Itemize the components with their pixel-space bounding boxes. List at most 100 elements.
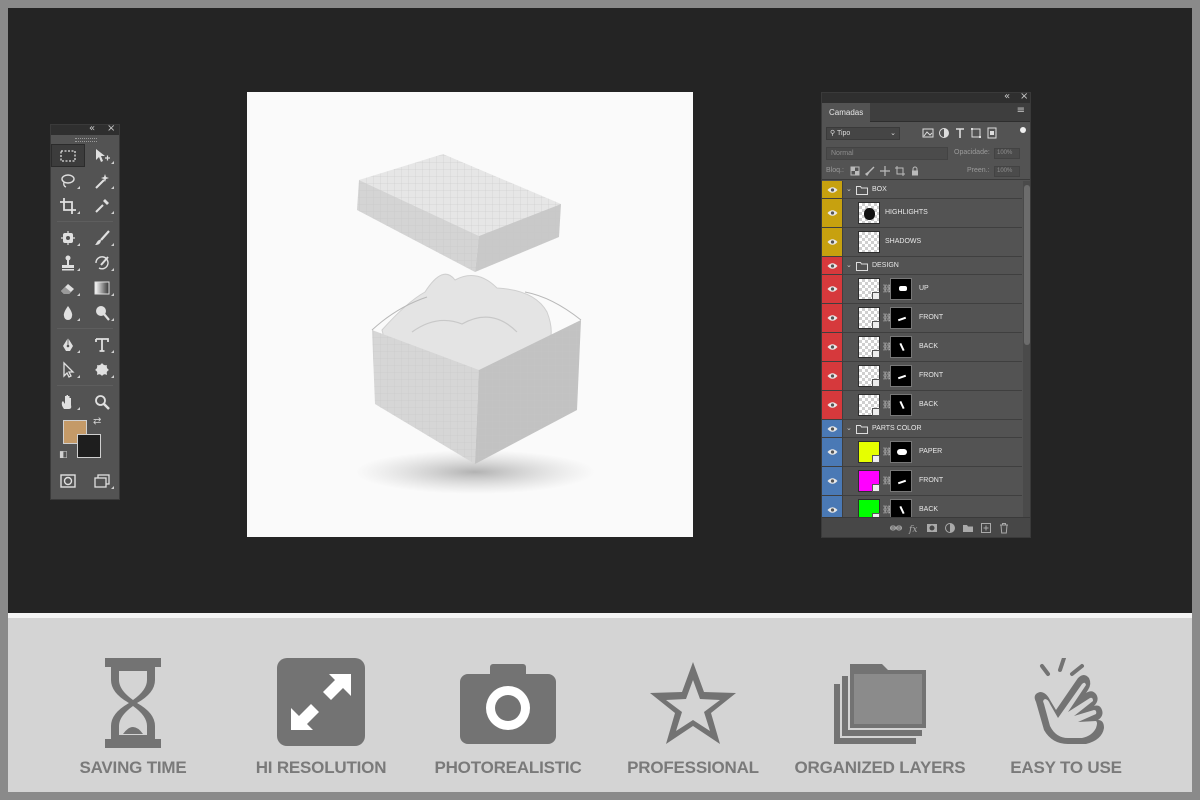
dodge-tool[interactable] (85, 301, 119, 324)
layer-row[interactable]: ⛓ UP (822, 275, 1022, 304)
visibility-toggle[interactable] (822, 496, 843, 519)
pixel-filter-icon[interactable] (922, 127, 934, 139)
new-layer-icon[interactable] (980, 522, 992, 534)
layer-thumbnail[interactable] (858, 394, 880, 416)
chevron-down-icon[interactable]: ⌄ (846, 424, 852, 432)
visibility-toggle[interactable] (822, 199, 843, 227)
panel-menu-icon[interactable]: ≡ (1017, 105, 1025, 116)
type-filter-icon[interactable] (954, 127, 966, 139)
lasso-tool[interactable] (51, 169, 85, 192)
document-canvas[interactable] (247, 92, 693, 537)
smart-object-filter-icon[interactable] (986, 127, 998, 139)
lock-all-icon[interactable] (910, 166, 920, 176)
collapse-icon[interactable]: « (1004, 93, 1010, 102)
delete-layer-icon[interactable] (998, 522, 1010, 534)
layer-thumbnail[interactable] (858, 278, 880, 300)
visibility-toggle[interactable] (822, 228, 843, 256)
layer-group[interactable]: ⌄ PARTS COLOR (822, 420, 1022, 438)
layer-row[interactable]: SHADOWS (822, 228, 1022, 257)
layer-mask-thumbnail[interactable] (890, 499, 912, 519)
layer-mask-thumbnail[interactable] (890, 307, 912, 329)
filter-toggle[interactable] (1020, 127, 1026, 133)
chevron-down-icon[interactable]: ⌄ (846, 185, 852, 193)
layer-mask-thumbnail[interactable] (890, 336, 912, 358)
visibility-toggle[interactable] (822, 391, 843, 419)
layer-row[interactable]: ⛓ FRONT (822, 362, 1022, 391)
visibility-toggle[interactable] (822, 420, 843, 437)
type-tool[interactable] (85, 333, 119, 356)
blend-mode-dropdown[interactable]: Normal (826, 147, 948, 160)
brush-tool[interactable] (85, 226, 119, 249)
layer-style-icon[interactable]: fx (908, 522, 920, 534)
blur-tool[interactable] (51, 301, 85, 324)
shape-filter-icon[interactable] (970, 127, 982, 139)
clone-stamp-tool[interactable] (51, 251, 85, 274)
layer-mask-thumbnail[interactable] (890, 441, 912, 463)
scrollbar-thumb[interactable] (1024, 185, 1030, 345)
layer-thumbnail[interactable] (858, 365, 880, 387)
chevron-down-icon[interactable]: ⌄ (846, 261, 852, 269)
tab-layers[interactable]: Camadas (822, 103, 871, 122)
visibility-toggle[interactable] (822, 333, 843, 361)
visibility-toggle[interactable] (822, 438, 843, 466)
visibility-toggle[interactable] (822, 181, 843, 198)
visibility-toggle[interactable] (822, 275, 843, 303)
path-selection-tool[interactable] (51, 358, 85, 381)
eraser-tool[interactable] (51, 276, 85, 299)
kind-filter-dropdown[interactable]: ⚲ Tipo ⌄ (826, 127, 900, 140)
lock-transparency-icon[interactable] (850, 166, 860, 176)
add-mask-icon[interactable] (926, 522, 938, 534)
adjustment-filter-icon[interactable] (938, 127, 950, 139)
eyedropper-tool[interactable] (85, 194, 119, 217)
layer-row[interactable]: ⛓ BACK (822, 496, 1022, 519)
default-colors-icon[interactable]: ◧ (59, 450, 68, 460)
quick-mask-button[interactable] (51, 469, 85, 492)
lock-artboard-icon[interactable] (895, 166, 905, 176)
layer-row[interactable]: ⛓ FRONT (822, 304, 1022, 333)
swap-colors-icon[interactable]: ⇄ (93, 416, 101, 427)
hand-tool[interactable] (51, 390, 85, 413)
layer-thumbnail[interactable] (858, 307, 880, 329)
visibility-toggle[interactable] (822, 467, 843, 495)
layer-mask-thumbnail[interactable] (890, 394, 912, 416)
zoom-tool[interactable] (85, 390, 119, 413)
custom-shape-tool[interactable] (85, 358, 119, 381)
gradient-tool[interactable] (85, 276, 119, 299)
layer-thumbnail[interactable] (858, 441, 880, 463)
visibility-toggle[interactable] (822, 304, 843, 332)
layer-thumbnail[interactable] (858, 202, 880, 224)
layer-mask-thumbnail[interactable] (890, 278, 912, 300)
fill-field[interactable]: 100% (994, 166, 1020, 177)
lock-pixels-icon[interactable] (865, 166, 875, 176)
visibility-toggle[interactable] (822, 257, 843, 274)
layer-thumbnail[interactable] (858, 231, 880, 253)
layer-row[interactable]: ⛓ PAPER (822, 438, 1022, 467)
layer-row[interactable]: ⛓ BACK (822, 333, 1022, 362)
layer-row[interactable]: ⛓ BACK (822, 391, 1022, 420)
layer-thumbnail[interactable] (858, 470, 880, 492)
healing-brush-tool[interactable] (51, 226, 85, 249)
move-tool[interactable] (85, 144, 119, 167)
magic-wand-tool[interactable] (85, 169, 119, 192)
layer-thumbnail[interactable] (858, 499, 880, 519)
layer-row[interactable]: ⛓ FRONT (822, 467, 1022, 496)
background-color-swatch[interactable] (77, 434, 101, 458)
layer-mask-thumbnail[interactable] (890, 365, 912, 387)
layers-scrollbar[interactable] (1023, 181, 1030, 519)
lock-position-icon[interactable] (880, 166, 890, 176)
screen-mode-button[interactable] (85, 469, 119, 492)
close-icon[interactable]: × (107, 123, 115, 134)
layer-row[interactable]: HIGHLIGHTS (822, 199, 1022, 228)
layer-thumbnail[interactable] (858, 336, 880, 358)
visibility-toggle[interactable] (822, 362, 843, 390)
panel-grip[interactable] (51, 135, 119, 143)
history-brush-tool[interactable] (85, 251, 119, 274)
marquee-tool[interactable] (51, 144, 85, 167)
collapse-icon[interactable]: « (89, 123, 95, 134)
layer-group[interactable]: ⌄ BOX (822, 181, 1022, 199)
opacity-field[interactable]: 100% (994, 148, 1020, 159)
adjustment-layer-icon[interactable] (944, 522, 956, 534)
layer-mask-thumbnail[interactable] (890, 470, 912, 492)
close-icon[interactable]: × (1020, 93, 1028, 102)
pen-tool[interactable] (51, 333, 85, 356)
